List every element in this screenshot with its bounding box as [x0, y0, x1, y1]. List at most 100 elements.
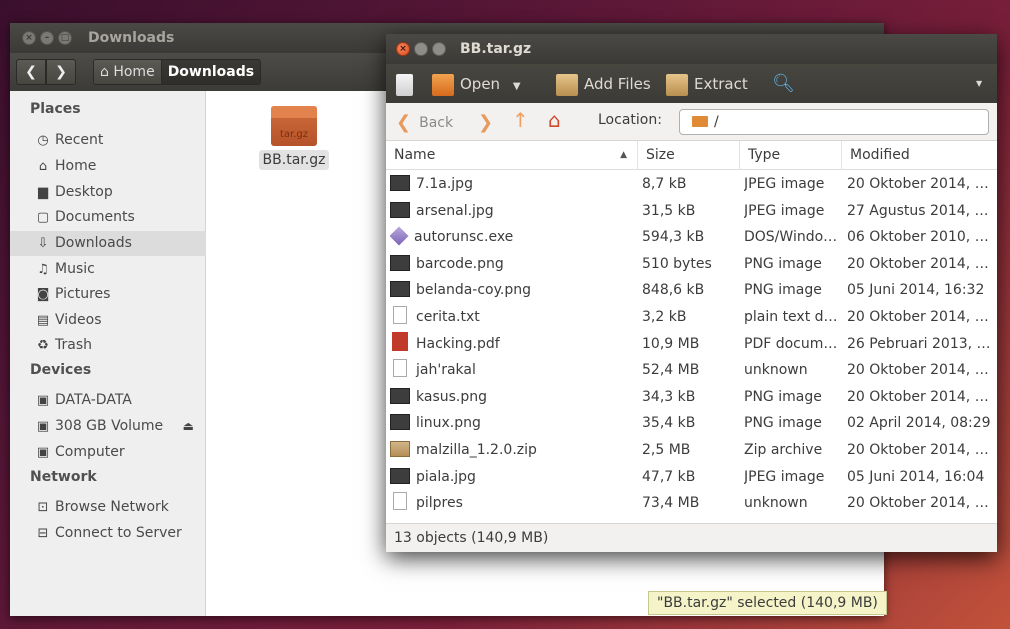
file-size-cell: 47,7 kB — [642, 468, 696, 485]
table-row[interactable]: cerita.txt 3,2 kB plain text d… 20 Oktober … — [386, 304, 997, 331]
column-modified-header[interactable]: Modified — [842, 141, 997, 170]
column-size-header[interactable]: Size — [638, 141, 740, 170]
sidebar-item-data-data[interactable]: ▣ DATA-DATA — [10, 388, 206, 413]
file-size-cell: 10,9 MB — [642, 335, 700, 352]
new-archive-button[interactable] — [396, 72, 419, 96]
path-downloads-button[interactable]: Downloads — [160, 60, 261, 84]
file-modified-cell: 05 Juni 2014, 16:32 — [847, 282, 985, 299]
sidebar-item-videos[interactable]: ▤ Videos — [10, 308, 206, 333]
sidebar-item-browse-network[interactable]: ⊡ Browse Network — [10, 495, 206, 520]
archive-titlebar: × BB.tar.gz — [386, 34, 997, 64]
img-file-icon — [390, 175, 410, 191]
file-size-cell: 35,4 kB — [642, 415, 696, 432]
file-item-bb-tar-gz[interactable]: tar.gz BB.tar.gz — [254, 101, 334, 170]
places-sidebar: Places ◷ Recent ⌂ Home ▆ Desktop ▢ Documents… — [10, 91, 206, 616]
maximize-window-button[interactable]: □ — [58, 31, 72, 45]
path-home-button[interactable]: ⌂ Home — [94, 60, 161, 84]
sidebar-item-pictures[interactable]: ◙ Pictures — [10, 282, 206, 307]
location-bar: ❮ Back ❯ ↑ ⌂ Location: / — [386, 103, 997, 141]
img-file-icon — [390, 201, 410, 218]
file-modified-cell: 20 Oktober 2014, 1… — [847, 308, 993, 325]
file-type-cell: PDF docum… — [744, 335, 838, 352]
file-name-cell: jah'rakal — [390, 357, 636, 383]
home-icon: ⌂ — [38, 159, 48, 174]
location-field[interactable]: / — [679, 109, 989, 135]
file-modified-cell: 27 Agustus 2014, 1… — [847, 202, 993, 219]
table-row[interactable]: kasus.png 34,3 kB PNG image 20 Oktober 2014… — [386, 384, 997, 411]
close-window-button[interactable]: × — [22, 31, 36, 45]
add-files-icon — [556, 73, 578, 96]
window-title: BB.tar.gz — [460, 41, 532, 57]
search-icon: 🔍︎ — [772, 73, 795, 94]
up-arrow-icon: ↑ — [512, 108, 529, 132]
back-button[interactable]: ❮ Back — [396, 112, 453, 133]
up-button[interactable]: ↑ — [512, 108, 529, 132]
file-name-cell: arsenal.jpg — [390, 198, 636, 224]
add-files-button[interactable]: Add Files — [556, 72, 651, 96]
home-icon: ⌂ — [100, 64, 109, 80]
file-name-cell: belanda-coy.png — [390, 277, 636, 303]
search-button[interactable]: 🔍︎ — [772, 72, 795, 96]
img-file-icon — [390, 387, 410, 404]
sidebar-item-documents[interactable]: ▢ Documents — [10, 205, 206, 230]
menu-button[interactable]: ▼ — [976, 72, 982, 96]
places-header: Places — [30, 101, 81, 117]
table-row[interactable]: Hacking.pdf 10,9 MB PDF docum… 26 Pebruari … — [386, 331, 997, 358]
close-icon: × — [25, 33, 33, 43]
sidebar-item-connect-to-server[interactable]: ⊟ Connect to Server — [10, 521, 206, 546]
table-row[interactable]: jah'rakal 52,4 MB unknown 20 Oktober 2014, … — [386, 357, 997, 384]
close-window-button[interactable]: × — [396, 42, 410, 56]
pdf-file-icon — [392, 331, 408, 351]
network-header: Network — [30, 469, 97, 485]
file-modified-cell: 20 Oktober 2014, 2… — [847, 388, 993, 405]
table-row[interactable]: linux.png 35,4 kB PNG image 02 April 2014, … — [386, 410, 997, 437]
forward-button[interactable]: ❯ — [478, 112, 493, 133]
file-modified-cell: 20 Oktober 2014, 1… — [847, 495, 993, 512]
minimize-window-button[interactable] — [414, 42, 428, 56]
extract-button[interactable]: Extract — [666, 72, 748, 96]
file-name-cell: kasus.png — [390, 384, 636, 410]
drive-icon: ▣ — [36, 419, 50, 434]
maximize-window-button[interactable] — [432, 42, 446, 56]
bin-file-icon — [393, 359, 407, 378]
table-row[interactable]: autorunsc.exe 594,3 kB DOS/Windo… 06 Oktobe… — [386, 224, 997, 251]
forward-button[interactable]: ❯ — [46, 59, 76, 85]
sidebar-item-desktop[interactable]: ▆ Desktop — [10, 180, 206, 205]
home-button[interactable]: ⌂ — [548, 108, 561, 132]
sidebar-item-music[interactable]: ♫ Music — [10, 257, 206, 282]
table-row[interactable]: 7.1a.jpg 8,7 kB JPEG image 20 Oktober 2014,… — [386, 171, 997, 198]
documents-icon: ▢ — [36, 210, 50, 225]
sidebar-item-home[interactable]: ⌂ Home — [10, 154, 206, 179]
sidebar-item-computer[interactable]: ▣ Computer — [10, 440, 206, 465]
table-row[interactable]: malzilla_1.2.0.zip 2,5 MB Zip archive 20 Ok… — [386, 437, 997, 464]
sidebar-item-trash[interactable]: ♻ Trash — [10, 333, 206, 358]
sidebar-item-downloads[interactable]: ⇩ Downloads — [10, 231, 206, 256]
file-name-cell: linux.png — [390, 410, 636, 436]
table-row[interactable]: arsenal.jpg 31,5 kB JPEG image 27 Agustus 2… — [386, 198, 997, 225]
file-name-cell: Hacking.pdf — [390, 331, 636, 357]
table-row[interactable]: barcode.png 510 bytes PNG image 20 Oktober … — [386, 251, 997, 278]
trash-icon: ♻ — [37, 338, 49, 353]
exe-file-icon — [390, 226, 409, 246]
dropdown-arrow-icon: ▼ — [512, 81, 521, 92]
zip-file-icon — [390, 440, 410, 457]
bin-file-icon — [393, 492, 407, 511]
table-row[interactable]: pilpres 73,4 MB unknown 20 Oktober 2014, 1… — [386, 490, 997, 517]
sidebar-item-308gb-volume[interactable]: ▣ 308 GB Volume ⏏ — [10, 414, 206, 439]
file-type-cell: DOS/Windo… — [744, 229, 838, 246]
file-size-cell: 73,4 MB — [642, 495, 700, 512]
eject-icon[interactable]: ⏏ — [183, 414, 194, 439]
extract-icon — [666, 73, 688, 96]
file-modified-cell: 20 Oktober 2014, 2… — [847, 441, 993, 458]
drive-icon: ▣ — [36, 393, 50, 408]
open-button[interactable]: Open ▼ — [432, 72, 521, 96]
file-list: 7.1a.jpg 8,7 kB JPEG image 20 Oktober 2014,… — [386, 171, 997, 517]
minimize-window-button[interactable]: – — [40, 31, 54, 45]
column-type-header[interactable]: Type — [740, 141, 842, 170]
table-row[interactable]: piala.jpg 47,7 kB JPEG image 05 Juni 2014, … — [386, 464, 997, 491]
camera-icon: ◙ — [36, 287, 50, 302]
table-row[interactable]: belanda-coy.png 848,6 kB PNG image 05 Juni … — [386, 277, 997, 304]
back-button[interactable]: ❮ — [16, 59, 46, 85]
column-name-header[interactable]: Name ▲ — [386, 141, 638, 170]
sidebar-item-recent[interactable]: ◷ Recent — [10, 128, 206, 153]
